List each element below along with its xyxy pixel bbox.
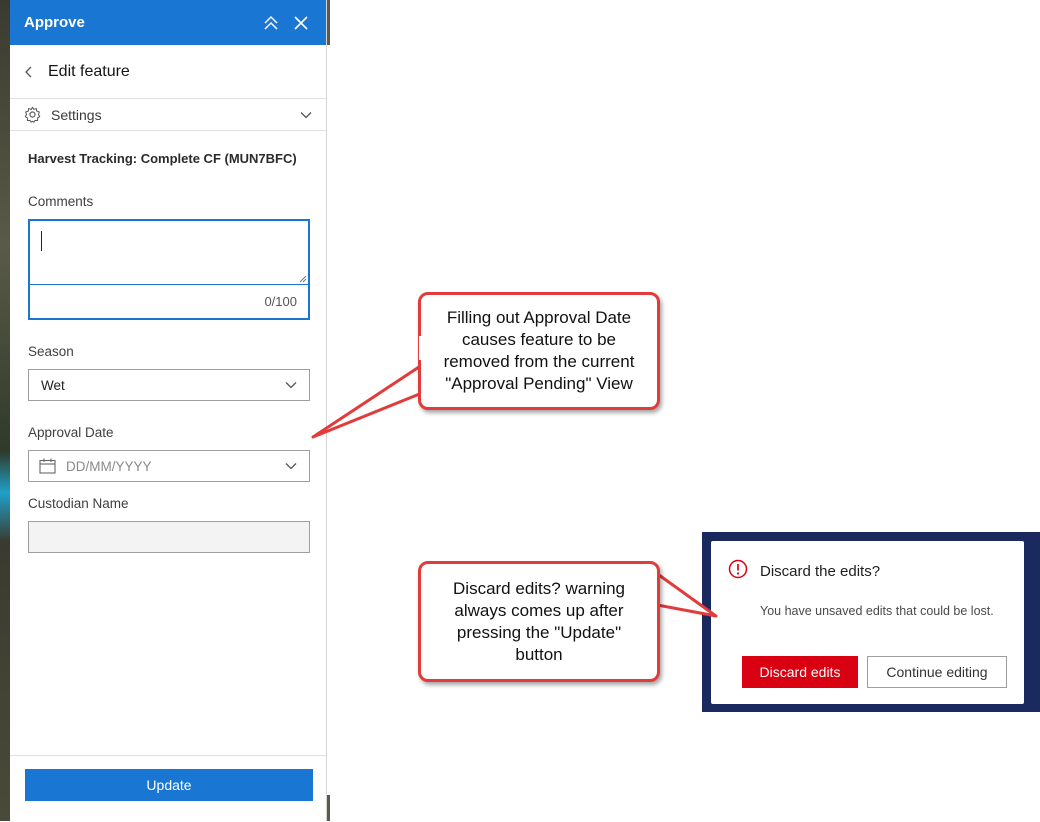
edit-panel: Approve Edit feature Settings Harvest Tr… — [10, 0, 327, 821]
comments-textarea[interactable] — [30, 221, 308, 285]
feature-form: Harvest Tracking: Complete CF (MUN7BFC) … — [10, 151, 326, 553]
close-icon[interactable] — [290, 12, 312, 34]
callout-pointer-mask — [419, 336, 425, 360]
season-label: Season — [28, 344, 74, 359]
gear-icon — [24, 106, 41, 123]
discard-callout: Discard edits? warning always comes up a… — [418, 561, 660, 682]
comments-label: Comments — [28, 194, 94, 209]
chevron-down-icon — [300, 111, 312, 118]
panel-header: Approve — [10, 0, 326, 45]
callout-pointer-mask — [650, 574, 656, 606]
season-select[interactable]: Wet — [28, 369, 310, 401]
character-counter: 0/100 — [264, 294, 297, 309]
approval-date-input[interactable]: DD/MM/YYYY — [28, 450, 310, 482]
chevron-left-icon — [25, 66, 32, 77]
panel-footer: Update — [10, 755, 326, 822]
approval-date-callout: Filling out Approval Date causes feature… — [418, 292, 660, 410]
season-value: Wet — [41, 377, 65, 393]
chevron-down-icon — [285, 463, 297, 470]
panel-title: Approve — [24, 14, 85, 31]
custodian-name-input[interactable] — [28, 521, 310, 553]
discard-edits-button[interactable]: Discard edits — [742, 656, 858, 688]
text-caret — [41, 231, 42, 251]
edit-feature-header: Edit feature — [10, 45, 326, 99]
approval-date-label: Approval Date — [28, 425, 114, 440]
comments-field[interactable]: 0/100 — [28, 219, 310, 320]
approval-date-placeholder: DD/MM/YYYY — [66, 458, 152, 474]
callout-line: causes feature to be — [461, 330, 617, 349]
callout-line: removed from the current — [443, 352, 635, 371]
discard-dialog: Discard the edits? You have unsaved edit… — [711, 541, 1024, 704]
map-background — [0, 0, 10, 821]
update-button[interactable]: Update — [25, 769, 313, 801]
settings-toggle[interactable]: Settings — [10, 99, 326, 131]
layer-title: Harvest Tracking: Complete CF (MUN7BFC) — [28, 151, 297, 166]
chevron-down-icon — [285, 382, 297, 389]
custodian-name-label: Custodian Name — [28, 496, 129, 511]
callout-line: always comes up after — [454, 600, 624, 620]
edit-feature-title: Edit feature — [48, 62, 130, 80]
dialog-title: Discard the edits? — [760, 563, 881, 580]
collapse-icon[interactable] — [260, 12, 282, 34]
callout-line: pressing the "Update" — [456, 622, 622, 642]
dialog-message: You have unsaved edits that could be los… — [760, 604, 994, 618]
continue-editing-button[interactable]: Continue editing — [867, 656, 1007, 688]
callout-line: "Approval Pending" View — [445, 374, 633, 393]
settings-label: Settings — [51, 106, 102, 123]
callout-line: Filling out Approval Date — [446, 308, 632, 327]
callout-line: Discard edits? warning — [453, 578, 625, 598]
callout-line: button — [515, 644, 563, 664]
alert-icon — [728, 559, 748, 579]
calendar-icon — [39, 458, 56, 474]
back-button[interactable] — [10, 45, 48, 98]
resize-handle-icon[interactable] — [299, 275, 307, 283]
